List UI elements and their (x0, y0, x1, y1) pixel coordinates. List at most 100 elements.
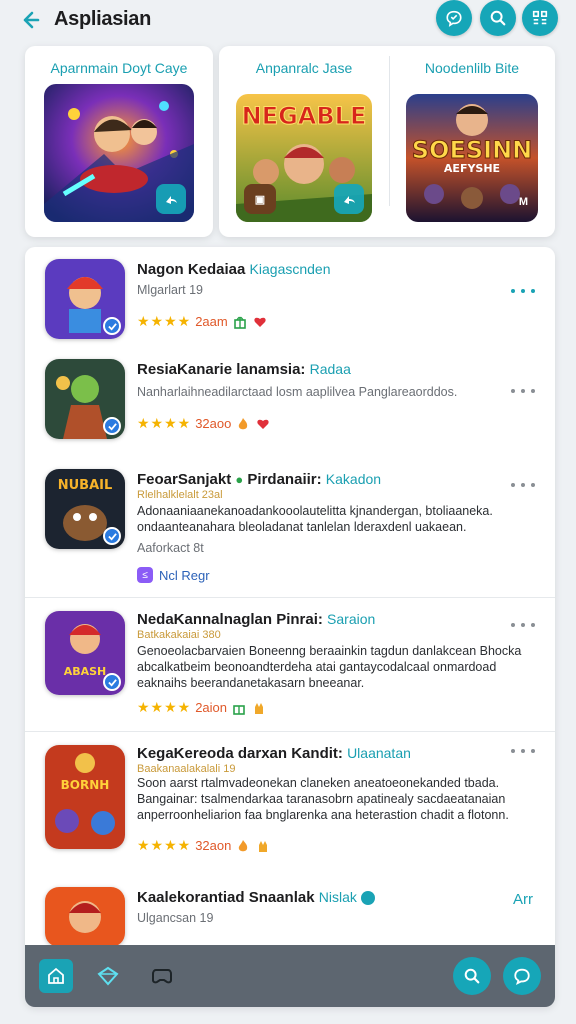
divider (25, 731, 555, 732)
rating-stars: ★★★★ (137, 837, 192, 853)
verified-icon (103, 527, 121, 545)
hand-icon (251, 700, 267, 716)
games-button[interactable] (93, 961, 123, 991)
app-name-text: ResiaKanarie lanamsia: (137, 361, 306, 378)
app-subtitle: Ulgancsan 19 (137, 911, 214, 925)
app-list: Nagon Kedaiaa Kiagascnden Mlgarlart 19 ★… (25, 247, 555, 1007)
featured-title: Aparnmain Doyt Caye (50, 60, 188, 76)
featured-image[interactable] (44, 84, 194, 222)
divider (389, 56, 390, 206)
more-options-icon[interactable] (511, 479, 535, 491)
search-button[interactable] (480, 0, 516, 36)
rating-row: ★★★★ 2aam (137, 313, 268, 330)
more-options-icon[interactable] (511, 619, 535, 631)
app-icon[interactable]: ABASH (45, 611, 125, 695)
bottom-nav (25, 945, 555, 1007)
featured-image[interactable]: NEGABLE ▣ (236, 94, 372, 222)
gift-icon (231, 700, 247, 716)
more-options-icon[interactable] (511, 385, 535, 397)
app-icon[interactable] (45, 887, 125, 947)
app-icon[interactable]: NUBAIL (45, 469, 125, 549)
featured-card-double[interactable]: Anpanralc Jase Noodenlilb Bite NEGABLE ▣… (219, 46, 555, 237)
app-name: FeoarSanjakt ● Pirdanaiir: Kakadon (137, 471, 381, 488)
app-name-text: FeoarSanjakt (137, 471, 232, 488)
rating-count: 32aon (195, 838, 232, 853)
fire-icon (235, 838, 251, 854)
share-badge[interactable] (156, 184, 186, 214)
gift-icon (232, 314, 248, 330)
rating-stars: ★★★★ (137, 415, 192, 431)
share-badge[interactable] (334, 184, 364, 214)
diamond-icon (97, 966, 119, 986)
more-options-icon[interactable] (511, 285, 535, 297)
app-icon[interactable]: BORNH (45, 745, 125, 849)
app-subtitle: Nanharlaihneadilarctaad losm aaplilvea P… (137, 385, 458, 399)
app-tag: Nislak (318, 889, 357, 905)
app-tag: Ulaanatan (347, 745, 411, 761)
banner-subtext: AEFYSHE (443, 162, 501, 175)
app-name: Nagon Kedaiaa Kiagascnden (137, 261, 331, 278)
rating-row: ★★★★ 32aoo (137, 415, 271, 432)
install-link[interactable]: Arr (513, 891, 533, 908)
chat-button[interactable] (436, 0, 472, 36)
controller-icon (152, 969, 172, 984)
app-tag: Radaa (309, 361, 351, 377)
app-subtitle: Mlgarlart 19 (137, 283, 203, 297)
hand-icon (255, 838, 271, 854)
tag-chip[interactable]: ≤ Ncl Regr (137, 567, 210, 583)
app-icon[interactable] (45, 259, 125, 339)
app-tag: Saraion (327, 611, 376, 627)
featured-title: Anpanralc Jase (255, 60, 353, 76)
featured-image[interactable]: SOESINN AEFYSHE M (406, 94, 538, 222)
app-tag: Kakadon (325, 471, 382, 487)
home-icon (48, 967, 64, 984)
list-item[interactable]: ResiaKanarie lanamsia: Radaa Nanharlaihn… (25, 359, 555, 459)
home-button[interactable] (39, 959, 73, 993)
menu-button[interactable] (522, 0, 558, 36)
app-name-text: Nagon Kedaiaa (137, 261, 246, 278)
app-meta: Aaforkact 8t (137, 541, 204, 555)
featured-title: Noodenlilb Bite (424, 60, 520, 76)
heart-icon (252, 314, 268, 330)
app-icon[interactable] (45, 359, 125, 439)
rating-count: 32aoo (195, 416, 232, 431)
search-icon (464, 968, 480, 984)
app-tag: Kiagascnden (249, 261, 331, 277)
share-icon (166, 196, 177, 204)
app-header: Aspliasian (0, 0, 576, 40)
app-name: ResiaKanarie lanamsia: Radaa (137, 361, 351, 378)
grid-menu-icon (532, 10, 548, 25)
rating-stars: ★★★★ (137, 313, 192, 329)
list-item[interactable]: Kaalekorantiad Snaanlak Nislak Ulgancsan… (25, 887, 555, 947)
more-options-icon[interactable] (511, 745, 535, 757)
verified-icon (103, 673, 121, 691)
app-subtitle: Batkakakaiai 380 (137, 629, 221, 641)
list-item[interactable]: Nagon Kedaiaa Kiagascnden Mlgarlart 19 ★… (25, 259, 555, 349)
app-subtitle: Rlelhalklelalt 23al (137, 489, 223, 501)
search-icon (490, 10, 506, 26)
library-button[interactable] (147, 961, 177, 991)
app-name: KegaKereoda darxan Kandit: Ulaanatan (137, 745, 411, 762)
list-item[interactable]: NUBAIL FeoarSanjakt ● Pirdanaiir: Kakado… (25, 469, 555, 599)
app-name-text: NedaKannalnaglan Pinrai: (137, 611, 323, 628)
verified-icon (361, 891, 376, 906)
verified-icon (103, 417, 121, 435)
chat-icon (446, 10, 462, 27)
app-badge: ▣ (244, 184, 276, 214)
app-description: Genoeolacbarvaien Boneenng beraainkin ta… (137, 644, 522, 690)
app-description: Soon aarst rtalmvadeonekan claneken anea… (137, 776, 509, 822)
share-icon (344, 196, 355, 204)
rating-count: 2aam (195, 314, 228, 329)
list-item[interactable]: ABASH NedaKannalnaglan Pinrai: Saraion B… (25, 609, 555, 729)
svg-text:ABASH: ABASH (64, 665, 107, 678)
banner-text: SOESINN (411, 136, 533, 165)
nav-search-button[interactable] (453, 957, 491, 995)
rating-stars: ★★★★ (137, 699, 192, 715)
list-item[interactable]: BORNH KegaKereoda darxan Kandit: Ulaanat… (25, 743, 555, 873)
nav-chat-button[interactable] (503, 957, 541, 995)
app-name-text: Kaalekorantiad Snaanlak (137, 889, 315, 906)
back-arrow-icon[interactable] (16, 6, 44, 34)
app-name: NedaKannalnaglan Pinrai: Saraion (137, 611, 375, 628)
featured-card[interactable]: Aparnmain Doyt Caye (25, 46, 213, 237)
banner-text: NEGABLE (241, 102, 367, 131)
